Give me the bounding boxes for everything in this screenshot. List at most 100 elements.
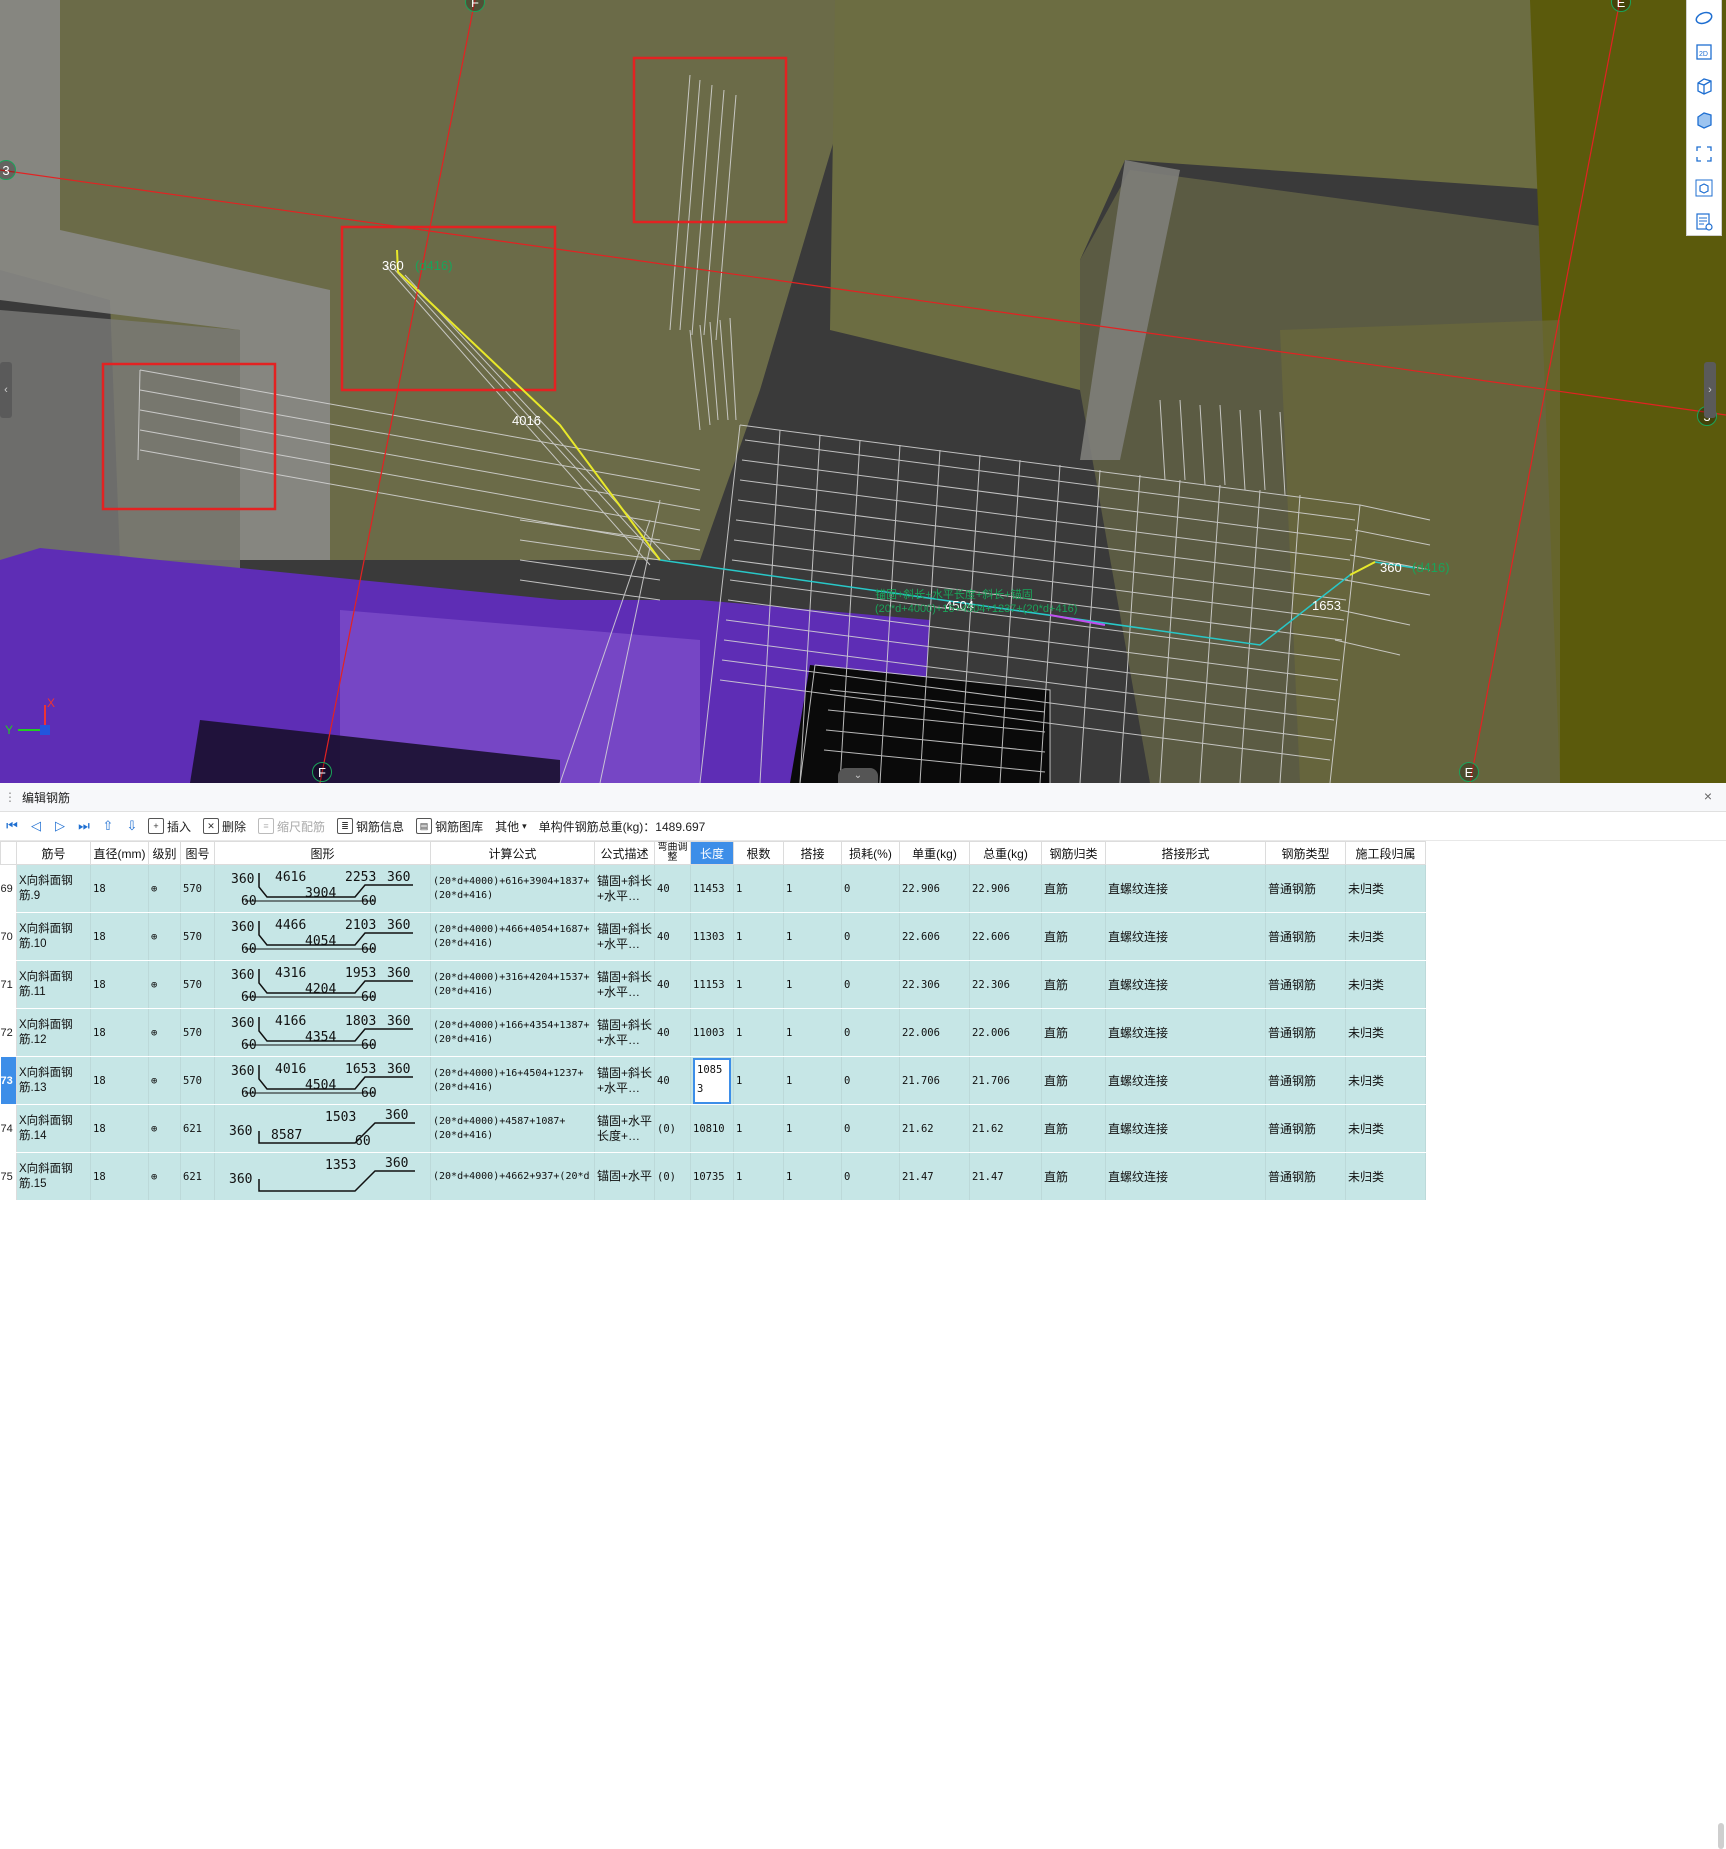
diameter[interactable]: 18 <box>90 912 149 961</box>
column-header[interactable]: 根数 <box>733 841 784 865</box>
column-header[interactable]: 钢筋归类 <box>1041 841 1106 865</box>
loss-percent[interactable]: 0 <box>841 912 900 961</box>
formula[interactable]: (20*d+4000)+616+3904+1837+(20*d+416) <box>430 864 595 913</box>
shape-diagram[interactable]: 360 4466 2103 360 60 4054 60 <box>214 912 431 961</box>
total-weight[interactable]: 21.62 <box>969 1104 1042 1153</box>
rebar-library-button[interactable]: ▤ 钢筋图库 <box>416 818 483 835</box>
rebar-type[interactable]: 普通钢筋 <box>1265 1152 1346 1201</box>
table-row[interactable]: 73 X向斜面钢筋.13 18 ⊕ 570 360 4016 1653 360 60 4504 60 (… <box>0 1056 1426 1105</box>
total-weight[interactable]: 22.906 <box>969 864 1042 913</box>
length[interactable]: 11303 <box>690 912 734 961</box>
rebar-type[interactable]: 普通钢筋 <box>1265 912 1346 961</box>
unit-weight[interactable]: 21.47 <box>899 1152 970 1201</box>
left-collapse-handle[interactable]: ‹ <box>0 362 12 418</box>
bar-name[interactable]: X向斜面钢筋.12 <box>16 1008 91 1057</box>
grade-symbol[interactable]: ⊕ <box>148 912 181 961</box>
length[interactable]: 10853 <box>690 1056 734 1105</box>
move-down-icon[interactable]: ⇩ <box>124 818 140 834</box>
formula-description[interactable]: 锚固+斜长+水平… <box>594 1056 655 1105</box>
other-menu-button[interactable]: 其他 ▾ <box>495 818 527 835</box>
grade-symbol[interactable]: ⊕ <box>148 864 181 913</box>
3d-viewport[interactable]: 360 (d416) 4016 360 (d416) 4504 1653 锚固+… <box>0 0 1726 783</box>
count[interactable]: 1 <box>733 912 784 961</box>
unit-weight[interactable]: 22.906 <box>899 864 970 913</box>
grade-symbol[interactable]: ⊕ <box>148 1104 181 1153</box>
count[interactable]: 1 <box>733 1104 784 1153</box>
figure-number[interactable]: 570 <box>180 1008 215 1057</box>
lap-count[interactable]: 1 <box>783 1104 842 1153</box>
column-header[interactable]: 直径(mm) <box>90 841 149 865</box>
construction-section[interactable]: 未归类 <box>1345 864 1426 913</box>
orbit-icon[interactable] <box>1692 6 1716 30</box>
formula-description[interactable]: 锚固+斜长+水平… <box>594 960 655 1009</box>
cube-view-icon[interactable] <box>1692 176 1716 200</box>
rebar-class[interactable]: 直筋 <box>1041 1104 1106 1153</box>
last-record-icon[interactable]: ⏭ <box>76 818 92 834</box>
bar-name[interactable]: X向斜面钢筋.14 <box>16 1104 91 1153</box>
lap-count[interactable]: 1 <box>783 1008 842 1057</box>
bend-adjust[interactable]: (0) <box>654 1152 691 1201</box>
lap-count[interactable]: 1 <box>783 1152 842 1201</box>
total-weight[interactable]: 22.006 <box>969 1008 1042 1057</box>
count[interactable]: 1 <box>733 864 784 913</box>
diameter[interactable]: 18 <box>90 1008 149 1057</box>
grade-symbol[interactable]: ⊕ <box>148 1056 181 1105</box>
total-weight[interactable]: 21.47 <box>969 1152 1042 1201</box>
unit-weight[interactable]: 22.306 <box>899 960 970 1009</box>
rebar-type[interactable]: 普通钢筋 <box>1265 1008 1346 1057</box>
bend-adjust[interactable]: 40 <box>654 1056 691 1105</box>
lap-form[interactable]: 直螺纹连接 <box>1105 912 1266 961</box>
figure-number[interactable]: 570 <box>180 912 215 961</box>
column-header[interactable]: 单重(kg) <box>899 841 970 865</box>
vertical-scrollbar[interactable] <box>1718 1823 1724 1849</box>
rebar-class[interactable]: 直筋 <box>1041 1152 1106 1201</box>
unit-weight[interactable]: 22.606 <box>899 912 970 961</box>
construction-section[interactable]: 未归类 <box>1345 1152 1426 1201</box>
lap-form[interactable]: 直螺纹连接 <box>1105 1104 1266 1153</box>
row-number[interactable]: 75 <box>0 1152 17 1201</box>
delete-button[interactable]: ✕ 删除 <box>203 818 246 835</box>
table-row[interactable]: 70 X向斜面钢筋.10 18 ⊕ 570 360 4466 2103 360 60 4054 60 (… <box>0 912 1426 961</box>
prev-record-icon[interactable]: ◁ <box>28 818 44 834</box>
move-up-icon[interactable]: ⇧ <box>100 818 116 834</box>
diameter[interactable]: 18 <box>90 864 149 913</box>
rebar-info-icon[interactable] <box>1692 210 1716 234</box>
length-edit-field[interactable]: 10853 <box>693 1057 731 1104</box>
construction-section[interactable]: 未归类 <box>1345 960 1426 1009</box>
row-number[interactable]: 72 <box>0 1008 17 1057</box>
length[interactable]: 10810 <box>690 1104 734 1153</box>
bend-adjust[interactable]: (0) <box>654 1104 691 1153</box>
column-header[interactable]: 长度 <box>690 841 734 865</box>
construction-section[interactable]: 未归类 <box>1345 1104 1426 1153</box>
figure-number[interactable]: 570 <box>180 960 215 1009</box>
formula-description[interactable]: 锚固+斜长+水平… <box>594 1008 655 1057</box>
row-number[interactable]: 74 <box>0 1104 17 1153</box>
diameter[interactable]: 18 <box>90 1056 149 1105</box>
construction-section[interactable]: 未归类 <box>1345 1056 1426 1105</box>
grade-symbol[interactable]: ⊕ <box>148 960 181 1009</box>
column-header[interactable]: 搭接形式 <box>1105 841 1266 865</box>
bar-name[interactable]: X向斜面钢筋.15 <box>16 1152 91 1201</box>
rebar-class[interactable]: 直筋 <box>1041 960 1106 1009</box>
column-header[interactable]: 图形 <box>214 841 431 865</box>
formula-description[interactable]: 锚固+水平 <box>594 1152 655 1201</box>
diameter[interactable]: 18 <box>90 960 149 1009</box>
count[interactable]: 1 <box>733 1056 784 1105</box>
row-number[interactable]: 69 <box>0 864 17 913</box>
bottom-collapse-handle[interactable]: ⌄ <box>838 768 878 783</box>
total-weight[interactable]: 21.706 <box>969 1056 1042 1105</box>
lap-form[interactable]: 直螺纹连接 <box>1105 1056 1266 1105</box>
formula-description[interactable]: 锚固+水平长度+… <box>594 1104 655 1153</box>
column-header[interactable]: 总重(kg) <box>969 841 1042 865</box>
shape-diagram[interactable]: 360 4616 2253 360 60 3904 60 <box>214 864 431 913</box>
count[interactable]: 1 <box>733 1152 784 1201</box>
unit-weight[interactable]: 21.706 <box>899 1056 970 1105</box>
bend-adjust[interactable]: 40 <box>654 864 691 913</box>
column-header[interactable]: 损耗(%) <box>841 841 900 865</box>
length[interactable]: 11003 <box>690 1008 734 1057</box>
figure-number[interactable]: 621 <box>180 1104 215 1153</box>
row-number[interactable]: 73 <box>0 1056 17 1105</box>
column-header[interactable]: 图号 <box>180 841 215 865</box>
bar-name[interactable]: X向斜面钢筋.13 <box>16 1056 91 1105</box>
row-number[interactable]: 71 <box>0 960 17 1009</box>
